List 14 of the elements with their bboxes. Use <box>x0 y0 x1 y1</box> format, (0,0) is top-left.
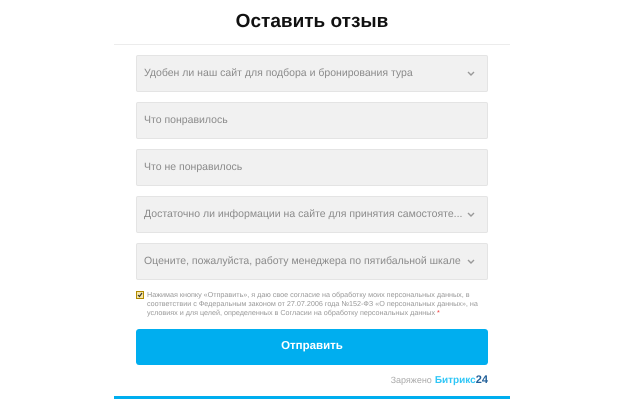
input-field[interactable]: Что не понравилось <box>136 149 488 186</box>
chevron-down-icon <box>467 70 475 76</box>
submit-button[interactable]: Отправить <box>136 329 488 365</box>
chevron-down-icon <box>467 212 475 218</box>
dropdown-field[interactable]: Оцените, пожалуйста, работу менеджера по пятибальной шкале <box>136 243 488 280</box>
input-field[interactable]: Что понравилось <box>136 102 488 139</box>
form-title: Оставить отзыв <box>236 10 388 34</box>
dropdown-field[interactable]: Удобен ли наш сайт для подбора и бронирования тура <box>136 55 488 92</box>
brand-name[interactable]: Битрикс <box>434 373 476 388</box>
powered-by-label: Заряжено <box>390 374 432 387</box>
chevron-down-icon <box>467 258 475 264</box>
dropdown-field[interactable]: Достаточно ли информации на сайте для принятия самостояте... <box>136 196 488 233</box>
consent-checkbox[interactable] <box>136 291 144 299</box>
brand-number[interactable]: 24 <box>476 372 488 388</box>
